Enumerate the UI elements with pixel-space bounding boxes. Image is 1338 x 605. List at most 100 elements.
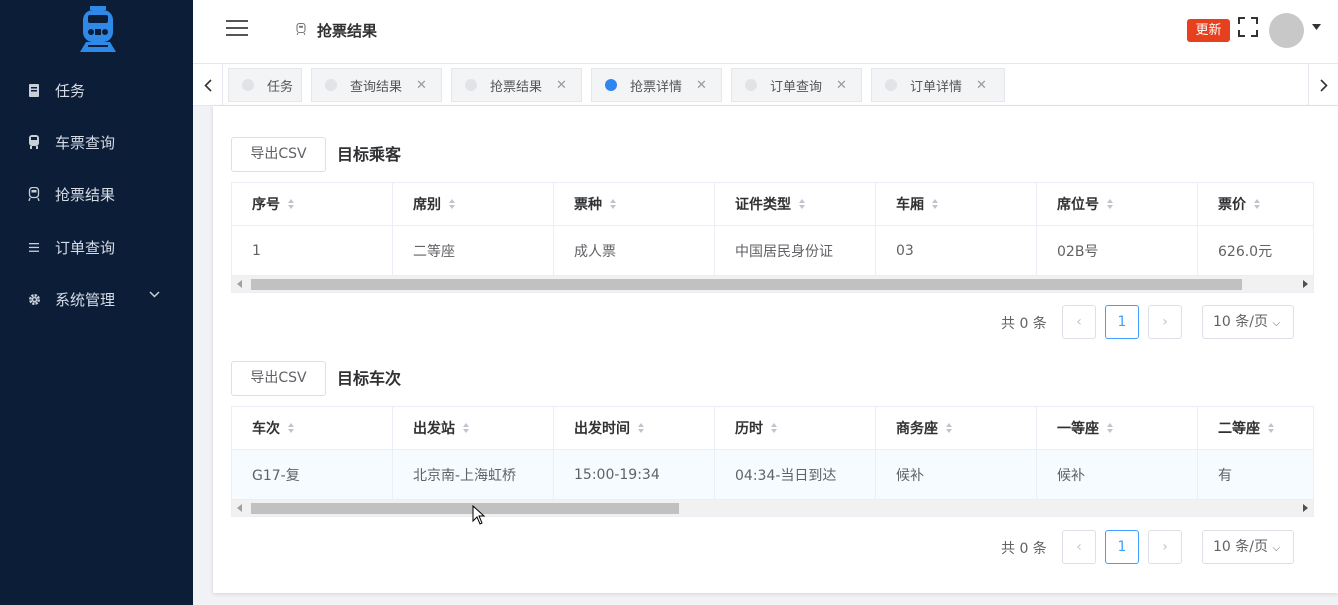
sort-icon[interactable] — [638, 423, 644, 433]
column-header[interactable]: 票种 — [554, 183, 715, 225]
tabs-scroll-left-icon[interactable] — [193, 64, 223, 106]
chevron-down-icon: ⌵ — [1272, 543, 1281, 554]
prev-page-button[interactable]: ‹ — [1062, 530, 1096, 564]
tab-label: 查询结果 — [350, 79, 403, 95]
sidebar-item-label: 系统管理 — [55, 290, 116, 309]
sort-icon[interactable] — [449, 199, 455, 209]
tab-label: 订单详情 — [910, 79, 963, 95]
tab-dot-icon — [242, 79, 254, 91]
scroll-left-arrow-icon[interactable] — [237, 280, 242, 288]
avatar[interactable] — [1269, 13, 1304, 48]
sort-icon[interactable] — [932, 199, 938, 209]
train-logo-icon[interactable] — [80, 6, 116, 52]
sort-icon[interactable] — [288, 423, 294, 433]
prev-page-button[interactable]: ‹ — [1062, 305, 1096, 339]
top-header: 抢票结果 更新 — [193, 0, 1338, 64]
column-header[interactable]: 席位号 — [1037, 183, 1198, 225]
column-header[interactable]: 历时 — [715, 407, 876, 449]
next-page-button[interactable]: › — [1148, 305, 1182, 339]
table-cell: 候补 — [1037, 450, 1198, 499]
export-csv-button[interactable]: 导出CSV — [231, 361, 326, 396]
sidebar-item-system-management[interactable]: 系统管理 — [0, 273, 193, 325]
tabs-scroll-right-icon[interactable] — [1308, 64, 1338, 106]
hamburger-menu-icon[interactable] — [226, 20, 248, 38]
column-header[interactable]: 证件类型 — [715, 183, 876, 225]
sort-icon[interactable] — [1254, 199, 1260, 209]
tab-order-query[interactable]: 订单查询 ✕ — [731, 68, 862, 102]
scroll-right-arrow-icon[interactable] — [1303, 504, 1308, 512]
tabs-bar: 任务 查询结果 ✕ 抢票结果 ✕ 抢票详情 ✕ 订单查询 ✕ 订单详情 ✕ — [193, 64, 1338, 106]
column-header[interactable]: 二等座 — [1198, 407, 1315, 449]
horizontal-scrollbar[interactable] — [232, 499, 1313, 516]
tab-dot-icon — [745, 79, 757, 91]
column-header[interactable]: 车次 — [232, 407, 393, 449]
next-page-button[interactable]: › — [1148, 530, 1182, 564]
close-icon[interactable]: ✕ — [696, 78, 707, 93]
table-row[interactable]: G17-复 北京南-上海虹桥 15:00-19:34 04:34-当日到达 候补… — [232, 450, 1313, 499]
pagination-total: 共 0 条 — [1001, 541, 1047, 557]
scroll-left-arrow-icon[interactable] — [237, 504, 242, 512]
scrollbar-thumb[interactable] — [251, 279, 1242, 290]
sidebar-item-grab-result[interactable]: 抢票结果 — [0, 168, 193, 220]
column-header[interactable]: 一等座 — [1037, 407, 1198, 449]
horizontal-scrollbar[interactable] — [232, 275, 1313, 292]
sidebar-item-order-query[interactable]: 订单查询 — [0, 221, 193, 273]
sidebar-item-ticket-query[interactable]: 车票查询 — [0, 116, 193, 168]
scroll-right-arrow-icon[interactable] — [1303, 280, 1308, 288]
table-cell: 03 — [876, 226, 1037, 275]
tab-query-result[interactable]: 查询结果 ✕ — [311, 68, 442, 102]
list-icon — [27, 240, 41, 254]
mouse-cursor-icon — [472, 505, 486, 525]
table-cell: G17-复 — [232, 450, 393, 499]
column-header[interactable]: 席别 — [393, 183, 554, 225]
pagination-total: 共 0 条 — [1001, 316, 1047, 332]
sort-icon[interactable] — [1107, 199, 1113, 209]
page-number-button[interactable]: 1 — [1105, 530, 1139, 564]
pagination: 共 0 条 ‹ 1 › 10 条/页 ⌵ — [1001, 530, 1294, 564]
table-cell: 626.0元 — [1218, 243, 1273, 260]
tab-order-detail[interactable]: 订单详情 ✕ — [871, 68, 1005, 102]
passengers-table: 序号 席别 票种 证件类型 车厢 席位号 票价 1 二等座 成人票 中国居民身份… — [231, 182, 1314, 293]
column-header[interactable]: 序号 — [232, 183, 393, 225]
sort-icon[interactable] — [610, 199, 616, 209]
column-header[interactable]: 出发站 — [393, 407, 554, 449]
column-header[interactable]: 车厢 — [876, 183, 1037, 225]
tab-grab-result[interactable]: 抢票结果 ✕ — [451, 68, 582, 102]
page-number-button[interactable]: 1 — [1105, 305, 1139, 339]
section-title: 目标乘客 — [337, 145, 402, 164]
close-icon[interactable]: ✕ — [836, 78, 847, 93]
sidebar-item-label: 车票查询 — [55, 133, 116, 152]
table-cell: 02B号 — [1037, 226, 1198, 275]
content-card — [213, 106, 1338, 593]
column-header[interactable]: 出发时间 — [554, 407, 715, 449]
export-csv-button[interactable]: 导出CSV — [231, 137, 326, 172]
tab-dot-icon — [885, 79, 897, 91]
sort-icon[interactable] — [771, 423, 777, 433]
update-button[interactable]: 更新 — [1187, 19, 1230, 42]
tab-task[interactable]: 任务 — [228, 68, 302, 102]
table-cell: 二等座 — [393, 226, 554, 275]
tab-grab-detail[interactable]: 抢票详情 ✕ — [591, 68, 722, 102]
page-size-select[interactable]: 10 条/页 ⌵ — [1202, 530, 1294, 564]
page-size-select[interactable]: 10 条/页 ⌵ — [1202, 305, 1294, 339]
sidebar: 任务 车票查询 抢票结果 订单查询 系统管理 — [0, 0, 193, 605]
breadcrumb-title: 抢票结果 — [317, 22, 378, 40]
table-row[interactable]: 1 二等座 成人票 中国居民身份证 03 02B号 626.0元 — [232, 226, 1313, 275]
sidebar-item-label: 抢票结果 — [55, 185, 116, 204]
sort-icon[interactable] — [463, 423, 469, 433]
close-icon[interactable]: ✕ — [416, 78, 427, 93]
close-icon[interactable]: ✕ — [976, 78, 987, 93]
close-icon[interactable]: ✕ — [556, 78, 567, 93]
fullscreen-icon[interactable] — [1238, 17, 1258, 37]
sort-icon[interactable] — [288, 199, 294, 209]
sidebar-item-task[interactable]: 任务 — [0, 64, 193, 116]
sort-icon[interactable] — [1268, 423, 1274, 433]
sort-icon[interactable] — [799, 199, 805, 209]
gear-icon — [27, 292, 41, 306]
column-header[interactable]: 商务座 — [876, 407, 1037, 449]
sort-icon[interactable] — [946, 423, 952, 433]
scrollbar-thumb[interactable] — [251, 503, 679, 514]
sort-icon[interactable] — [1107, 423, 1113, 433]
caret-down-icon[interactable] — [1312, 24, 1321, 30]
column-header[interactable]: 票价 — [1198, 183, 1315, 225]
